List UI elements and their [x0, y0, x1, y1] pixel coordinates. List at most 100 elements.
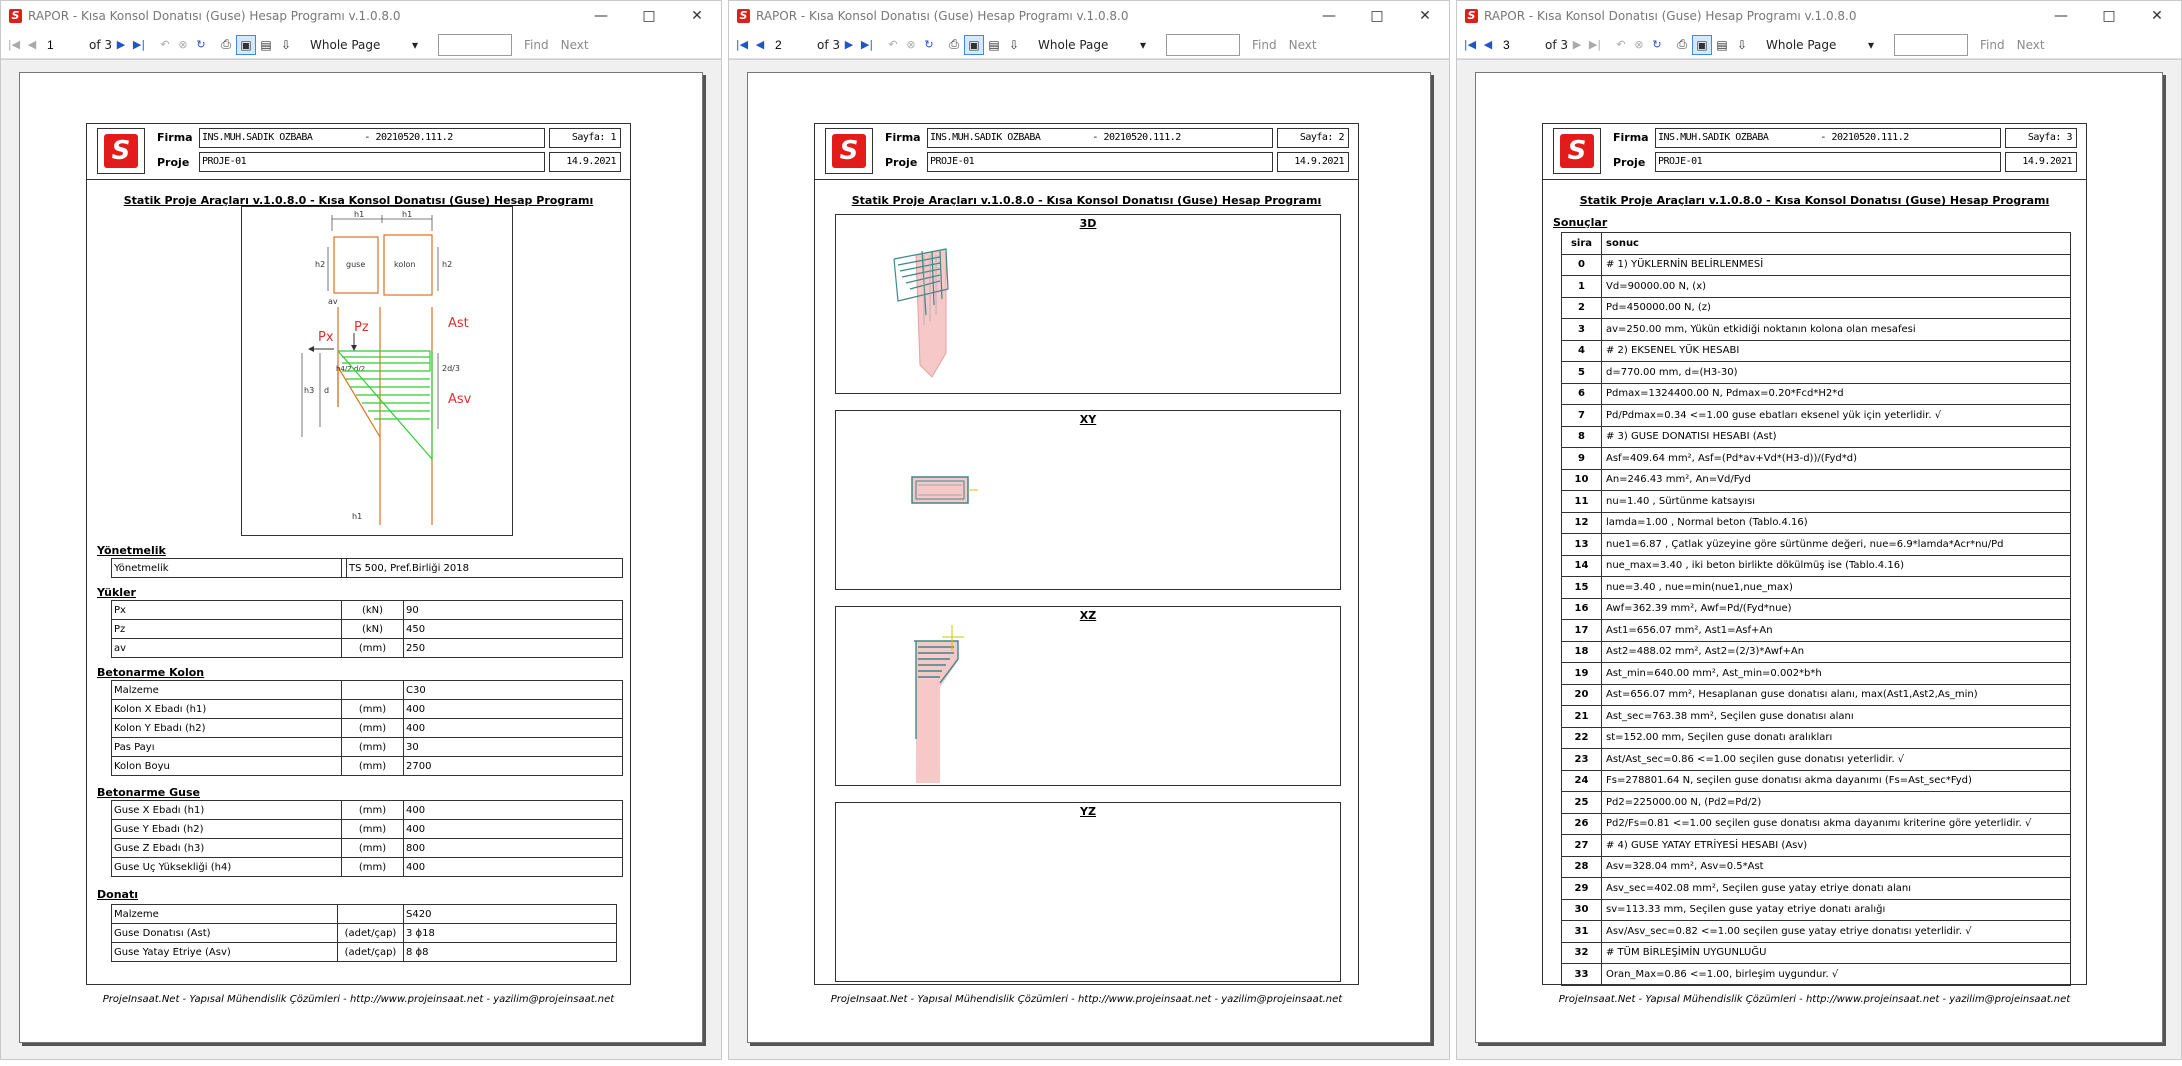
last-page-icon[interactable]: ▶| — [130, 35, 148, 55]
page-number-input[interactable] — [1499, 35, 1543, 54]
page-setup-icon[interactable]: ▤ — [256, 35, 276, 55]
table-row: 19 Ast_min=640.00 mm², Ast_min=0.002*b*h — [1561, 662, 2071, 685]
find-link[interactable]: Find — [1252, 38, 1277, 52]
zoom-select[interactable]: Whole Page ▾ — [1032, 35, 1152, 55]
next-link[interactable]: Next — [1289, 38, 1317, 52]
row-result: Ast_sec=763.38 mm², Seçilen guse donatıs… — [1601, 705, 2071, 728]
next-link[interactable]: Next — [2017, 38, 2045, 52]
print-icon[interactable]: ⎙ — [216, 35, 236, 55]
row-index: 19 — [1561, 662, 1602, 685]
find-link[interactable]: Find — [1980, 38, 2005, 52]
page-number-input[interactable] — [771, 35, 815, 54]
next-page-icon[interactable]: ▶ — [112, 35, 130, 55]
export-icon[interactable]: ⇩ — [276, 35, 296, 55]
maximize-button[interactable]: □ — [1353, 1, 1401, 31]
report-viewer[interactable]: S Firma Proje INS.MUH.SADIK OZBABA - 2021… — [1, 59, 721, 1059]
table-row: Guse Yatay Etriye (Asv) (adet/çap) 8 ϕ8 — [111, 942, 617, 962]
firma-label: Firma — [1613, 131, 1649, 144]
results-table: sira sonuc 0 # 1) YÜKLERNİN BELİRLENMESİ 1 V… — [1561, 232, 2071, 986]
row-index: 16 — [1561, 597, 1602, 620]
find-link[interactable]: Find — [524, 38, 549, 52]
table-row: Kolon Y Ebadı (h2) (mm) 400 — [111, 718, 623, 738]
next-page-icon[interactable]: ▶ — [1568, 35, 1586, 55]
refresh-icon[interactable]: ↻ — [192, 35, 210, 55]
row-result: Oran_Max=0.86 <=1.00, birleşim uygundur.… — [1601, 963, 2071, 986]
prev-page-icon[interactable]: ◀ — [751, 35, 769, 55]
zoom-select[interactable]: Whole Page ▾ — [304, 35, 424, 55]
minimize-button[interactable]: — — [2037, 1, 2085, 31]
row-result: # 2) EKSENEL YÜK HESABI — [1601, 339, 2071, 362]
table-yukler: Px (kN) 90 Pz (kN) 450 av (mm) 250 — [111, 600, 623, 658]
page-number-input[interactable] — [43, 35, 87, 54]
print-icon[interactable]: ⎙ — [944, 35, 964, 55]
back-icon[interactable]: ↶ — [156, 35, 174, 55]
report-viewer[interactable]: S Firma Proje INS.MUH.SADIK OZBABA - 2021… — [729, 59, 1449, 1059]
twod3-label: 2d/3 — [442, 364, 460, 373]
report-viewer[interactable]: S Firma Proje INS.MUH.SADIK OZBABA - 2021… — [1457, 59, 2181, 1059]
stop-icon[interactable]: ⊗ — [174, 35, 192, 55]
zoom-select[interactable]: Whole Page ▾ — [1760, 35, 1880, 55]
first-page-icon[interactable]: |◀ — [1461, 35, 1479, 55]
print-layout-icon[interactable]: ▣ — [1692, 34, 1713, 55]
print-layout-icon[interactable]: ▣ — [964, 34, 985, 55]
first-page-icon[interactable]: |◀ — [733, 35, 751, 55]
proje-value: PROJE-01 — [199, 152, 545, 172]
close-button[interactable]: ✕ — [2133, 1, 2181, 31]
table-row: 8 # 3) GUSE DONATISI HESABI (Ast) — [1561, 425, 2071, 448]
minimize-button[interactable]: — — [1305, 1, 1353, 31]
row-result: # 3) GUSE DONATISI HESABI (Ast) — [1601, 425, 2071, 448]
table-row: 21 Ast_sec=763.38 mm², Seçilen guse donat… — [1561, 705, 2071, 728]
print-icon[interactable]: ⎙ — [1672, 35, 1692, 55]
close-button[interactable]: ✕ — [673, 1, 721, 31]
stop-icon[interactable]: ⊗ — [902, 35, 920, 55]
page-setup-icon[interactable]: ▤ — [984, 35, 1004, 55]
next-page-icon[interactable]: ▶ — [840, 35, 858, 55]
next-link[interactable]: Next — [561, 38, 589, 52]
back-icon[interactable]: ↶ — [1612, 35, 1630, 55]
prev-page-icon[interactable]: ◀ — [23, 35, 41, 55]
first-page-icon[interactable]: |◀ — [5, 35, 23, 55]
table-row: 6 Pdmax=1324400.00 N, Pdmax=0.20*Fcd*H2*d — [1561, 382, 2071, 405]
table-row: 31 Asv/Asv_sec=0.82 <=1.00 seçilen guse y… — [1561, 920, 2071, 943]
h3-label: h3 — [304, 386, 314, 395]
firma-value: INS.MUH.SADIK OZBABA - 20210520.111.2 — [1655, 128, 2001, 148]
table-row: 29 Asv_sec=402.08 mm², Seçilen guse yatay… — [1561, 877, 2071, 900]
table-row: Pz (kN) 450 — [111, 619, 623, 639]
section-donati: Donatı — [97, 888, 138, 901]
minimize-button[interactable]: — — [577, 1, 625, 31]
av-label: av — [328, 297, 338, 306]
find-input[interactable] — [1894, 33, 1969, 56]
table-row: Yönetmelik TS 500, Pref.Birliği 2018 — [111, 558, 623, 578]
maximize-button[interactable]: □ — [625, 1, 673, 31]
export-icon[interactable]: ⇩ — [1004, 35, 1024, 55]
section-kolon: Betonarme Kolon — [97, 666, 205, 679]
table-row: 32 # TÜM BİRLEŞİMİN UYGUNLUĞU — [1561, 941, 2071, 964]
last-page-icon[interactable]: ▶| — [858, 35, 876, 55]
page-count-label: of 3 — [817, 37, 841, 52]
row-result: st=152.00 mm, Seçilen guse donatı aralık… — [1601, 726, 2071, 749]
dim-h1-top-a: h1 — [354, 210, 364, 219]
stop-icon[interactable]: ⊗ — [1630, 35, 1648, 55]
refresh-icon[interactable]: ↻ — [920, 35, 938, 55]
print-layout-icon[interactable]: ▣ — [236, 34, 257, 55]
app-logo-icon: S — [1465, 9, 1478, 23]
row-index: 28 — [1561, 855, 1602, 878]
proje-label: Proje — [157, 156, 190, 169]
row-result: d=770.00 mm, d=(H3-30) — [1601, 361, 2071, 384]
export-icon[interactable]: ⇩ — [1732, 35, 1752, 55]
find-input[interactable] — [438, 33, 513, 56]
row-result: Ast1=656.07 mm², Ast1=Asf+An — [1601, 619, 2071, 642]
back-icon[interactable]: ↶ — [884, 35, 902, 55]
page-setup-icon[interactable]: ▤ — [1712, 35, 1732, 55]
report-toolbar: |◀ ◀ of 3 ▶ ▶| ↶ ⊗ ↻ ⎙ ▣ ▤ ⇩ Whole Page ▾… — [1, 31, 721, 59]
last-page-icon[interactable]: ▶| — [1586, 35, 1604, 55]
refresh-icon[interactable]: ↻ — [1648, 35, 1666, 55]
find-input[interactable] — [1166, 33, 1241, 56]
table-row: 10 An=246.43 mm², An=Vd/Fyd — [1561, 468, 2071, 491]
company-logo: S — [825, 128, 873, 174]
title-bar: S RAPOR - Kısa Konsol Donatısı (Guse) He… — [1457, 1, 2181, 31]
maximize-button[interactable]: □ — [2085, 1, 2133, 31]
close-button[interactable]: ✕ — [1401, 1, 1449, 31]
prev-page-icon[interactable]: ◀ — [1479, 35, 1497, 55]
view-yz: YZ — [835, 802, 1341, 982]
